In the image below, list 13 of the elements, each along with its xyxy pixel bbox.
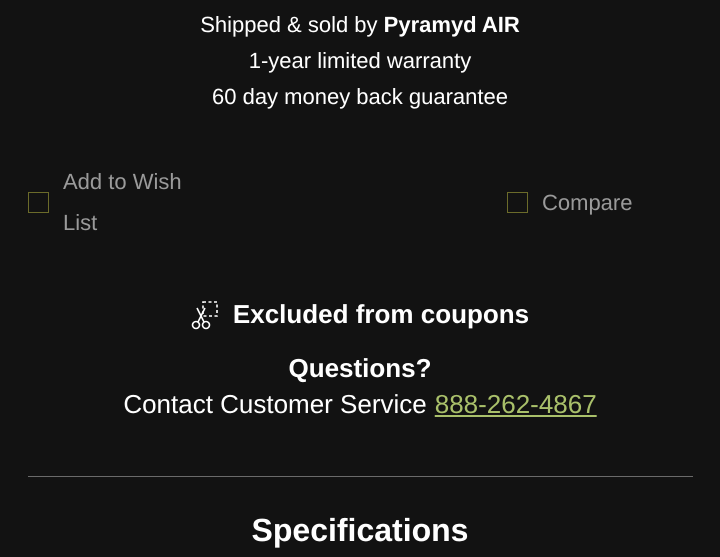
coupon-notice: Excluded from coupons — [232, 298, 530, 331]
info-line: 1-year limited warranty — [248, 47, 472, 75]
questions-heading: Questions? — [288, 352, 432, 385]
checkbox[interactable] — [28, 192, 49, 212]
info-line: 60 day money back guarantee — [212, 83, 508, 111]
checkbox-label[interactable]: Compare — [542, 182, 692, 222]
scissors-icon — [190, 300, 219, 330]
contact-text: Contact Customer Service — [123, 388, 427, 421]
section-heading: Specifications — [252, 511, 468, 549]
checkbox-label[interactable]: Add to Wish List — [63, 161, 213, 243]
phone-link[interactable]: 888-262-4867 — [434, 386, 597, 422]
checkbox[interactable] — [507, 192, 528, 212]
info-line: Shipped & sold by Pyramyd AIR — [200, 11, 520, 39]
